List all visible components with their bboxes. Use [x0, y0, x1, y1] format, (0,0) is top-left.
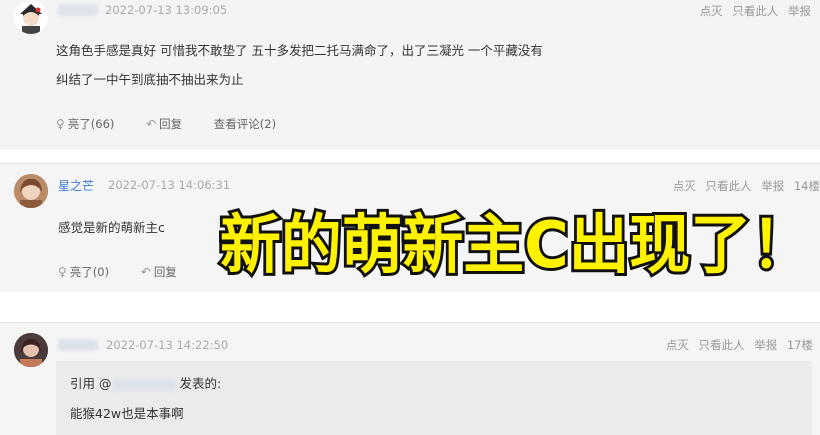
- post-line: 这角色手感是真好 可惜我不敢垫了 五十多发把二托马满命了，出了三凝光 一个平藏没…: [56, 43, 543, 58]
- post-actions: 点灭 只看此人 举报: [694, 3, 811, 19]
- like-button[interactable]: ♀ 亮了(0): [58, 264, 109, 280]
- like-button[interactable]: ♀ 亮了(66): [56, 116, 114, 132]
- view-comments-button[interactable]: 查看评论(2): [214, 116, 276, 132]
- post-actions: 点灭 只看此人 举报 17楼: [660, 337, 813, 353]
- reply-arrow-icon: ↶: [146, 117, 157, 131]
- reply-button[interactable]: ↶ 回复: [146, 116, 182, 132]
- dislike-button[interactable]: 点灭: [700, 4, 723, 18]
- post-time: 2022-07-13 14:06:31: [108, 178, 231, 192]
- only-this-user-button[interactable]: 只看此人: [699, 338, 745, 352]
- username-redacted: [58, 4, 98, 16]
- user-avatar[interactable]: [14, 333, 48, 367]
- post-body: 感觉是新的萌新主c: [58, 213, 165, 242]
- avatar-image: [14, 333, 48, 367]
- avatar-image: [14, 174, 48, 208]
- quoted-username-redacted: [113, 378, 178, 391]
- post-1: 2022-07-13 13:09:05 点灭 只看此人 举报 这角色手感是真好 …: [0, 0, 820, 150]
- post-time: 2022-07-13 14:22:50: [106, 338, 229, 352]
- post-time: 2022-07-13 13:09:05: [105, 3, 228, 17]
- report-button[interactable]: 举报: [788, 4, 811, 18]
- username[interactable]: 星之芒: [58, 177, 94, 194]
- quote-prefix: 引用 @: [70, 376, 112, 391]
- dislike-button[interactable]: 点灭: [673, 179, 696, 193]
- quote-text: 能猴42w也是本事啊: [70, 406, 184, 421]
- user-avatar[interactable]: [14, 0, 48, 34]
- report-button[interactable]: 举报: [754, 338, 777, 352]
- overlay-caption: 新的萌新主C出现了！: [217, 206, 815, 286]
- post-actions: 点灭 只看此人 举报 14楼: [667, 178, 820, 194]
- dislike-button[interactable]: 点灭: [666, 338, 689, 352]
- floor-number: 14楼: [793, 179, 820, 193]
- quote-block: 引用 @ 发表的: 能猴42w也是本事啊: [56, 361, 812, 435]
- post-footer: ♀ 亮了(66) ↶ 回复 查看评论(2): [56, 116, 304, 132]
- quote-header: 引用 @ 发表的:: [70, 373, 221, 392]
- username-redacted: [58, 339, 98, 351]
- avatar-image: [14, 0, 48, 34]
- post-line: 纠结了一中午到底抽不抽出来为止: [56, 72, 244, 87]
- lightbulb-icon: ♀: [56, 117, 65, 131]
- post-body: 这角色手感是真好 可惜我不敢垫了 五十多发把二托马满命了，出了三凝光 一个平藏没…: [56, 36, 543, 94]
- post-footer: ♀ 亮了(0) ↶ 回复: [58, 264, 205, 280]
- only-this-user-button[interactable]: 只看此人: [706, 179, 752, 193]
- only-this-user-button[interactable]: 只看此人: [732, 4, 778, 18]
- quote-suffix: 发表的:: [179, 376, 222, 391]
- user-avatar[interactable]: [14, 174, 48, 208]
- overlay-caption-text: 新的萌新主C出现了！: [220, 209, 812, 283]
- report-button[interactable]: 举报: [761, 179, 784, 193]
- lightbulb-icon: ♀: [58, 265, 67, 279]
- reply-button[interactable]: ↶ 回复: [141, 264, 177, 280]
- reply-arrow-icon: ↶: [140, 265, 151, 279]
- post-3: 2022-07-13 14:22:50 点灭 只看此人 举报 17楼 引用 @ 发…: [0, 322, 820, 435]
- post-line: 感觉是新的萌新主c: [58, 220, 165, 235]
- floor-number: 17楼: [786, 338, 813, 352]
